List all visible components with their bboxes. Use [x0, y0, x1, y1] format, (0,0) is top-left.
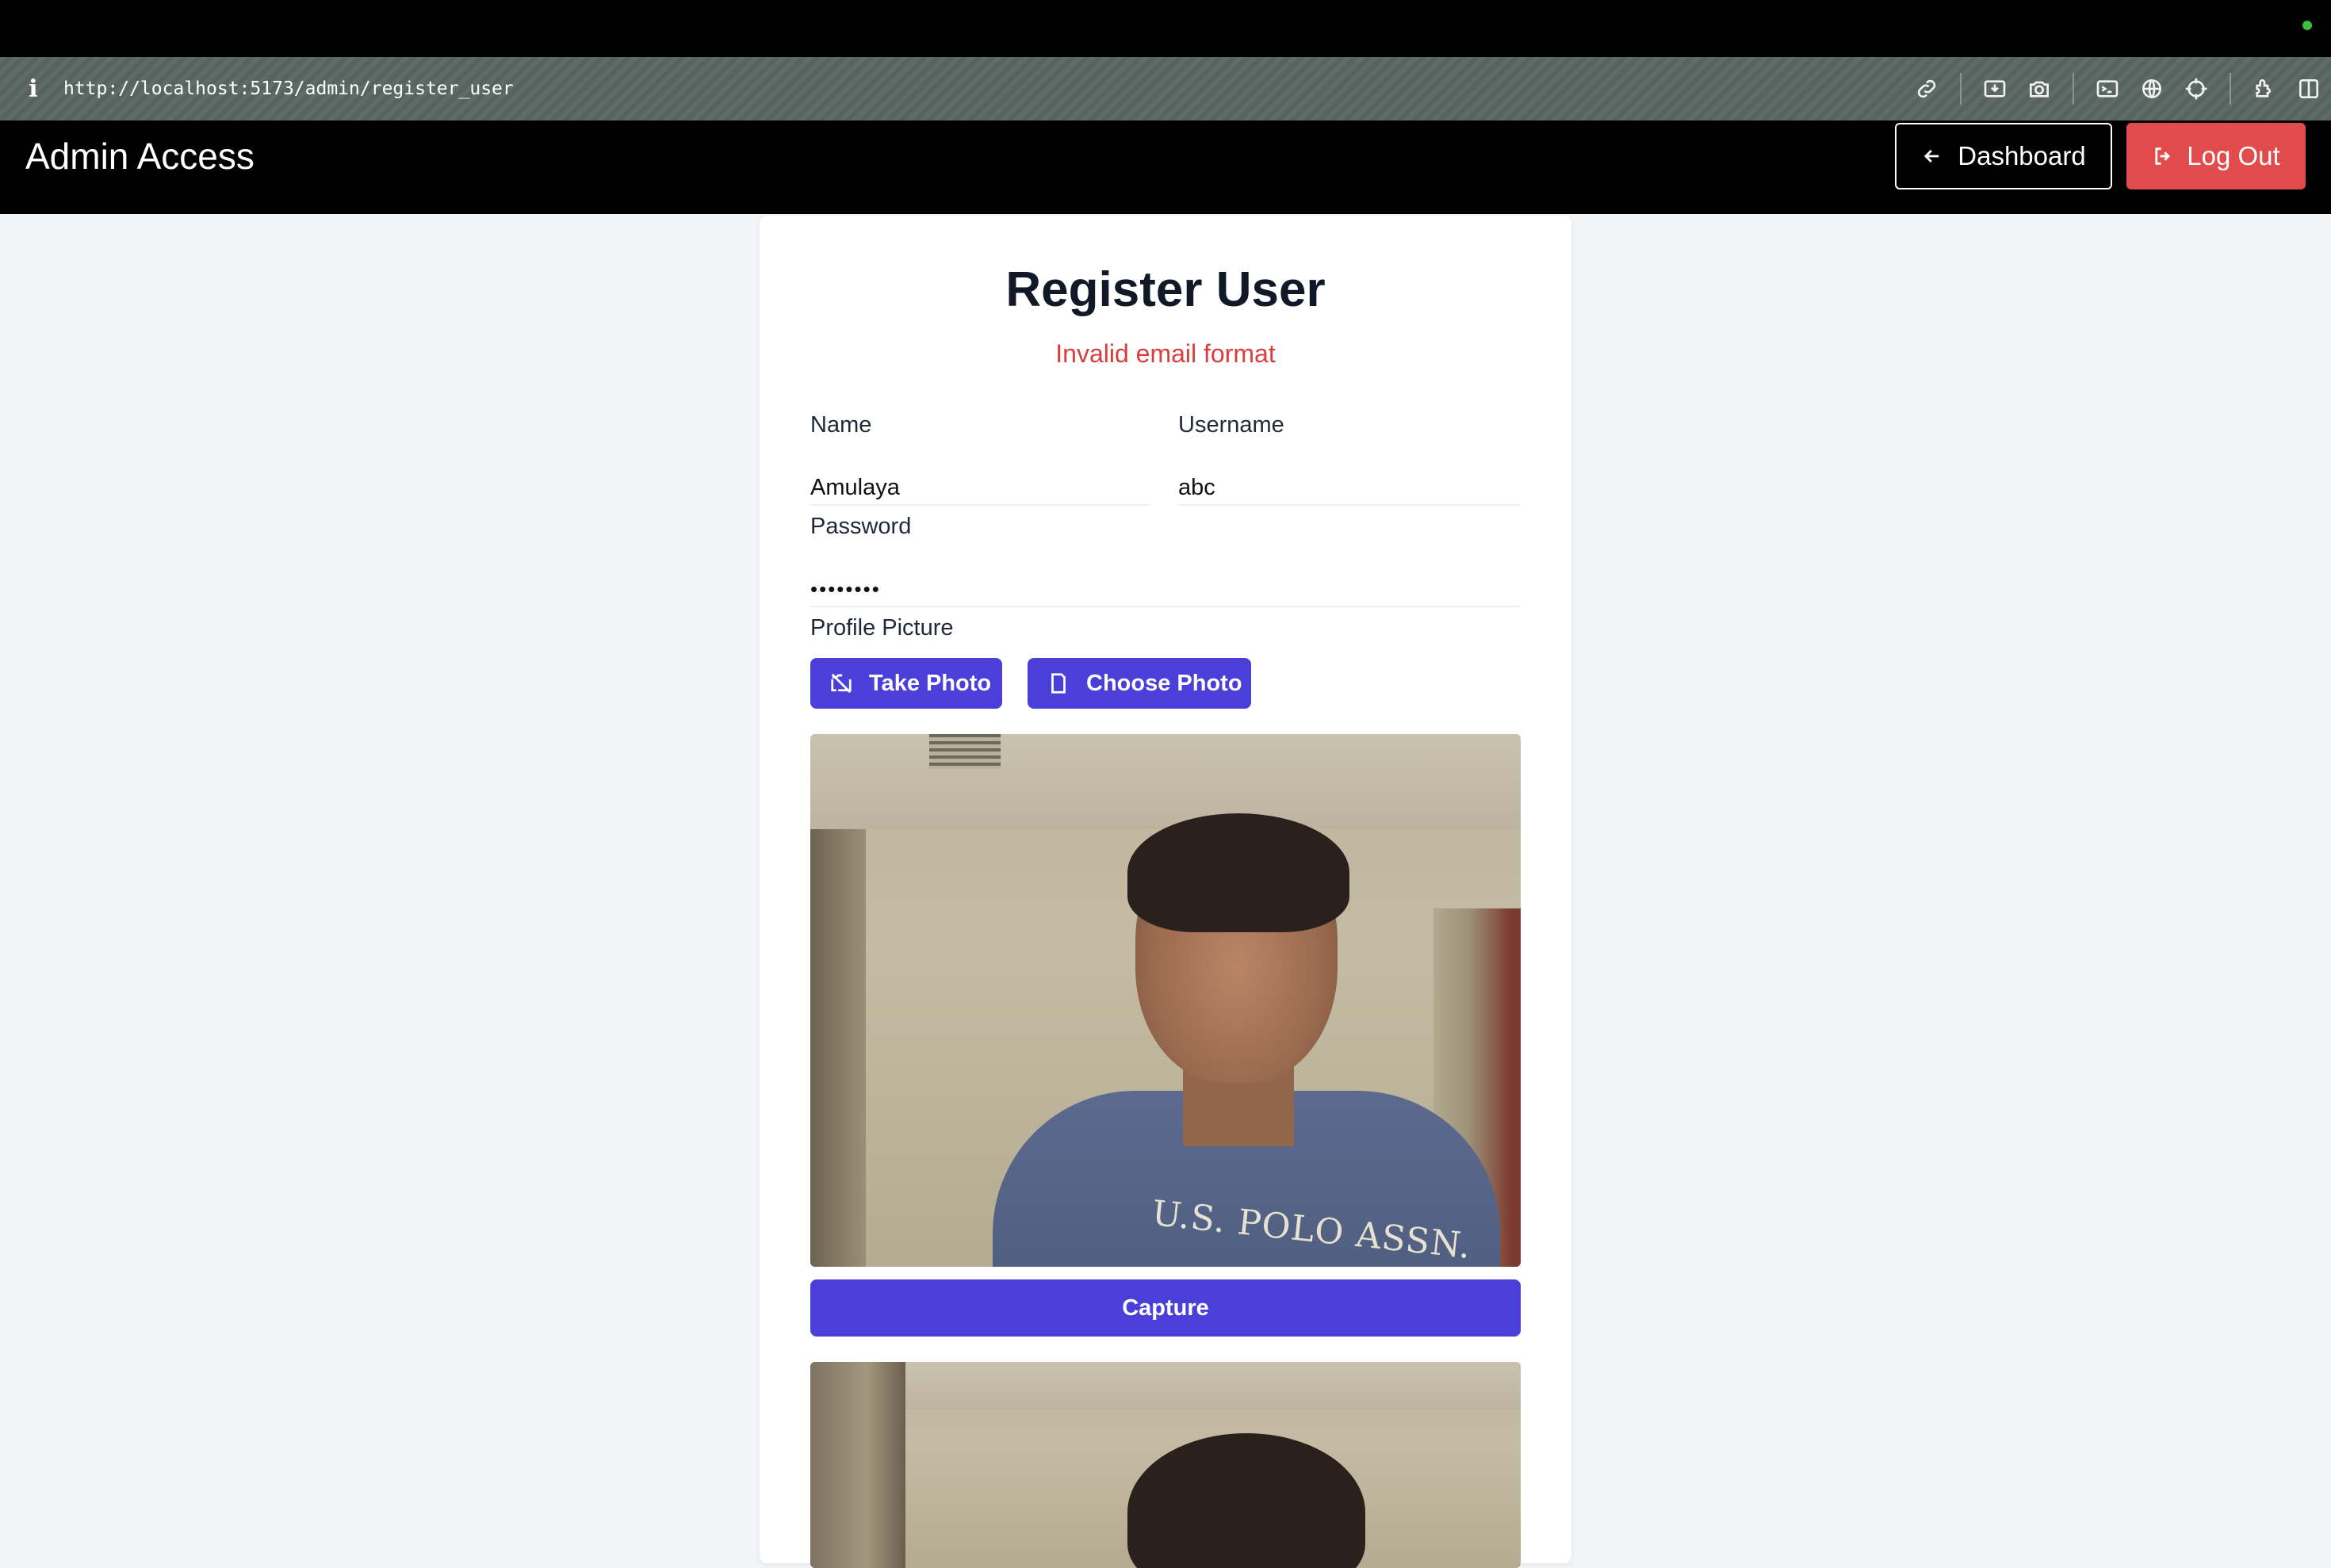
info-icon[interactable]: i: [10, 57, 57, 120]
camera-ceiling: [810, 734, 1521, 829]
camera-off-icon: [831, 673, 852, 694]
browser-address-bar: i http://localhost:5173/admin/register_u…: [0, 57, 2331, 120]
download-icon[interactable]: [1973, 57, 2017, 120]
password-field[interactable]: ••••••••: [810, 572, 1521, 607]
logout-icon: [2155, 147, 2171, 165]
password-label: Password: [810, 514, 912, 539]
status-dot: [2302, 21, 2312, 30]
name-field[interactable]: Amulaya: [810, 471, 1151, 506]
file-icon: [1051, 673, 1066, 694]
camera-person-hair: [1127, 813, 1349, 932]
crosshair-icon[interactable]: [2174, 57, 2218, 120]
toolbar-divider: [1960, 73, 1962, 105]
browser-toolbar: [1904, 57, 2331, 120]
error-message: Invalid email format: [1055, 339, 1276, 368]
captured-photo: [810, 1362, 1521, 1568]
app-title: Admin Access: [25, 136, 255, 177]
name-label: Name: [810, 412, 872, 438]
choose-photo-label: Choose Photo: [1086, 670, 1242, 696]
camera-vent: [929, 734, 1001, 769]
arrow-left-icon: [1924, 150, 1939, 163]
captured-ceiling: [810, 1362, 1521, 1409]
sidebar-icon[interactable]: [2287, 57, 2331, 120]
profile-picture-label: Profile Picture: [810, 615, 954, 641]
captured-person-hair: [1127, 1433, 1365, 1568]
toolbar-divider: [2073, 73, 2074, 105]
captured-wall: [810, 1362, 905, 1568]
capture-button[interactable]: Capture: [810, 1279, 1521, 1337]
link-icon[interactable]: [1904, 57, 1949, 120]
register-card: Register User Invalid email format Name …: [760, 216, 1571, 1568]
logout-button-label: Log Out: [2187, 141, 2280, 170]
url-field[interactable]: http://localhost:5173/admin/register_use…: [63, 78, 514, 99]
camera-wall: [810, 829, 866, 1267]
username-field[interactable]: abc: [1178, 471, 1521, 506]
dashboard-button-label: Dashboard: [1958, 141, 2086, 170]
extensions-icon[interactable]: [2242, 57, 2287, 120]
terminal-icon[interactable]: [2085, 57, 2130, 120]
camera-preview: U.S. POLO ASSN.: [810, 734, 1521, 1267]
globe-icon[interactable]: [2130, 57, 2174, 120]
dashboard-button[interactable]: Dashboard: [1895, 123, 2112, 189]
take-photo-button[interactable]: Take Photo: [810, 658, 1002, 709]
username-label: Username: [1178, 412, 1284, 438]
toolbar-divider: [2230, 73, 2231, 105]
camera-icon[interactable]: [2017, 57, 2061, 120]
take-photo-label: Take Photo: [869, 670, 992, 696]
os-menu-bar: [0, 0, 2331, 57]
page-title: Register User: [1005, 262, 1326, 317]
choose-photo-button[interactable]: Choose Photo: [1028, 658, 1251, 709]
logout-button[interactable]: Log Out: [2126, 123, 2306, 189]
